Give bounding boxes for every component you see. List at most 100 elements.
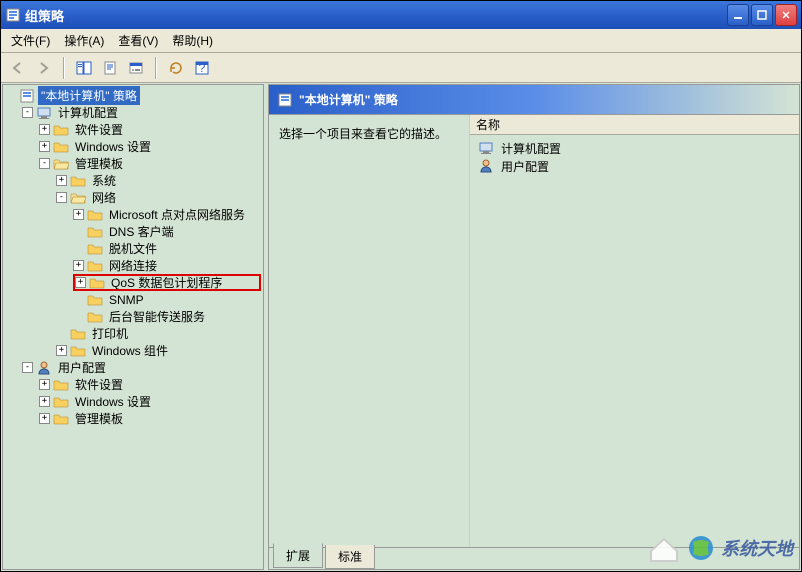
collapse-icon[interactable]: - xyxy=(56,192,67,203)
tree-label: QoS 数据包计划程序 xyxy=(108,273,225,292)
expand-icon[interactable]: + xyxy=(39,141,50,152)
tree-printers[interactable]: 打印机 xyxy=(56,325,261,342)
tree-bits[interactable]: 后台智能传送服务 xyxy=(73,308,261,325)
folder-icon xyxy=(53,122,69,138)
expand-icon[interactable]: + xyxy=(39,413,50,424)
export-list-button[interactable] xyxy=(99,57,121,79)
tree-network[interactable]: -网络 xyxy=(56,189,261,206)
separator xyxy=(63,57,65,79)
properties-button[interactable] xyxy=(125,57,147,79)
window-title: 组策略 xyxy=(25,6,727,25)
titlebar: 组策略 xyxy=(1,1,801,29)
folder-icon xyxy=(53,377,69,393)
window-buttons xyxy=(727,4,797,26)
folder-icon xyxy=(70,173,86,189)
menu-help[interactable]: 帮助(H) xyxy=(166,29,219,52)
app-icon xyxy=(5,7,21,23)
collapse-icon[interactable]: - xyxy=(39,158,50,169)
tree-user-config[interactable]: - 用户配置 xyxy=(22,359,261,376)
tree-system[interactable]: +系统 xyxy=(56,172,261,189)
expand-icon[interactable]: + xyxy=(39,124,50,135)
folder-open-icon xyxy=(53,156,69,172)
close-button[interactable] xyxy=(775,4,797,26)
watermark: 系统天地 xyxy=(647,531,793,565)
content-body: 选择一个项目来查看它的描述。 名称 计算机配置 用户配置 xyxy=(269,115,799,547)
description-text: 选择一个项目来查看它的描述。 xyxy=(279,125,459,142)
tree-snmp[interactable]: SNMP xyxy=(73,291,261,308)
expand-icon[interactable]: + xyxy=(73,209,84,220)
help-button[interactable]: ? xyxy=(191,57,213,79)
tree-offline-files[interactable]: 脱机文件 xyxy=(73,240,261,257)
folder-icon xyxy=(70,326,86,342)
maximize-button[interactable] xyxy=(751,4,773,26)
policy-icon xyxy=(277,92,293,108)
content-panel: "本地计算机" 策略 选择一个项目来查看它的描述。 名称 计算机配置 用户配置 xyxy=(268,84,800,570)
tree-user-windows[interactable]: +Windows 设置 xyxy=(39,393,261,410)
list-label: 用户配置 xyxy=(501,158,549,175)
workspace: "本地计算机" 策略 - 计算机配置 +软件设置 +Windows 设置 xyxy=(2,84,800,570)
tree-qos-highlighted[interactable]: + QoS 数据包计划程序 xyxy=(73,274,261,291)
user-icon xyxy=(478,158,494,174)
no-expander xyxy=(73,243,84,254)
folder-icon xyxy=(87,224,103,240)
folder-open-icon xyxy=(70,190,86,206)
watermark-text: 系统天地 xyxy=(721,535,793,561)
tab-standard[interactable]: 标准 xyxy=(325,545,375,569)
tab-extended[interactable]: 扩展 xyxy=(273,543,323,568)
list-label: 计算机配置 xyxy=(501,140,561,157)
expand-icon[interactable]: + xyxy=(56,345,67,356)
menu-action[interactable]: 操作(A) xyxy=(58,29,110,52)
tree-root[interactable]: "本地计算机" 策略 xyxy=(5,87,261,104)
folder-icon xyxy=(53,394,69,410)
tree-dns-client[interactable]: DNS 客户端 xyxy=(73,223,261,240)
tree-label: SNMP xyxy=(106,292,147,308)
collapse-icon[interactable]: - xyxy=(22,362,33,373)
folder-icon xyxy=(87,207,103,223)
forward-button xyxy=(33,57,55,79)
expand-icon[interactable]: + xyxy=(39,396,50,407)
expand-icon[interactable]: + xyxy=(39,379,50,390)
menu-file[interactable]: 文件(F) xyxy=(5,29,56,52)
tree-admin-templates[interactable]: -管理模板 xyxy=(39,155,261,172)
no-expander xyxy=(73,311,84,322)
folder-icon xyxy=(70,343,86,359)
content-header: "本地计算机" 策略 xyxy=(269,85,799,115)
tree-panel[interactable]: "本地计算机" 策略 - 计算机配置 +软件设置 +Windows 设置 xyxy=(2,84,264,570)
show-hide-tree-button[interactable] xyxy=(73,57,95,79)
menubar: 文件(F) 操作(A) 查看(V) 帮助(H) xyxy=(1,29,801,53)
menu-view[interactable]: 查看(V) xyxy=(112,29,164,52)
list-item-computer-config[interactable]: 计算机配置 xyxy=(474,139,795,157)
tree-windows-components[interactable]: +Windows 组件 xyxy=(56,342,261,359)
tree-user-software[interactable]: +软件设置 xyxy=(39,376,261,393)
expand-icon[interactable]: + xyxy=(75,277,86,288)
list-body: 计算机配置 用户配置 xyxy=(470,135,799,179)
no-expander xyxy=(73,226,84,237)
content-title: "本地计算机" 策略 xyxy=(299,91,398,108)
toolbar: ? xyxy=(1,53,801,83)
tree-computer-config[interactable]: - 计算机配置 xyxy=(22,104,261,121)
column-header-name[interactable]: 名称 xyxy=(470,115,799,135)
tree-windows-settings[interactable]: +Windows 设置 xyxy=(39,138,261,155)
refresh-button[interactable] xyxy=(165,57,187,79)
user-icon xyxy=(36,360,52,376)
svg-text:?: ? xyxy=(199,61,206,75)
folder-icon xyxy=(53,139,69,155)
tree-user-admin[interactable]: + 管理模板 xyxy=(39,410,261,427)
tree-ms-p2p[interactable]: +Microsoft 点对点网络服务 xyxy=(73,206,261,223)
no-expander xyxy=(56,328,67,339)
watermark-globe-icon xyxy=(687,534,715,562)
tree-network-conn[interactable]: +网络连接 xyxy=(73,257,261,274)
description-column: 选择一个项目来查看它的描述。 xyxy=(269,115,469,547)
list-item-user-config[interactable]: 用户配置 xyxy=(474,157,795,175)
policy-tree: "本地计算机" 策略 - 计算机配置 +软件设置 +Windows 设置 xyxy=(5,87,261,427)
expand-icon[interactable]: + xyxy=(73,260,84,271)
tree-software-settings[interactable]: +软件设置 xyxy=(39,121,261,138)
tree-label: 管理模板 xyxy=(72,409,126,428)
collapse-icon[interactable]: - xyxy=(22,107,33,118)
folder-icon xyxy=(87,258,103,274)
computer-icon xyxy=(478,140,494,156)
policy-icon xyxy=(19,88,35,104)
expand-icon[interactable]: + xyxy=(56,175,67,186)
minimize-button[interactable] xyxy=(727,4,749,26)
separator xyxy=(155,57,157,79)
